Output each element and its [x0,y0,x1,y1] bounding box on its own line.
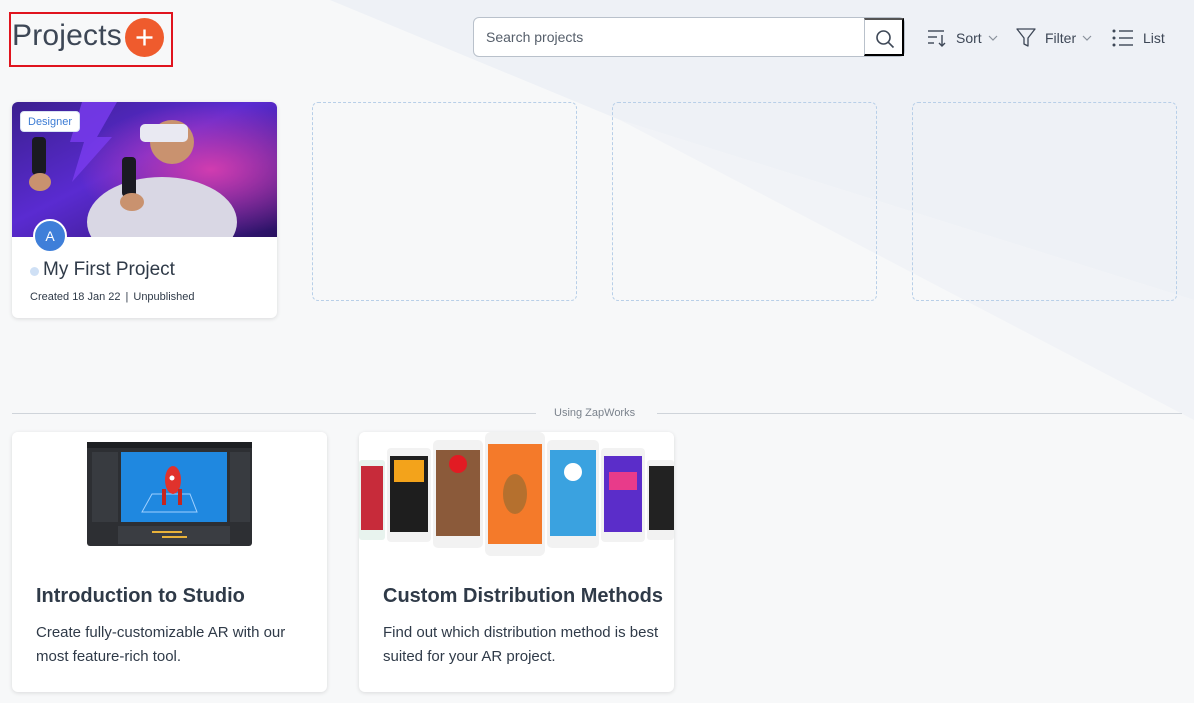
chevron-down-icon [988,35,998,41]
avatar: A [33,219,67,253]
publish-status: Unpublished [133,291,195,303]
divider-line [657,413,1182,414]
divider-line [12,413,536,414]
status-dot-icon [30,267,39,276]
sort-icon [928,30,946,47]
tutorial-description: Create fully-customizable AR with our mo… [36,624,286,665]
empty-project-slot [612,102,877,301]
list-view-button[interactable]: List [1112,25,1165,51]
add-project-button[interactable] [125,18,164,57]
search-box [473,17,905,57]
tutorial-description: Find out which distribution method is be… [383,624,659,665]
project-title: My First Project [43,259,175,280]
empty-project-slot [312,102,577,301]
sort-button[interactable]: Sort [927,25,998,51]
studio-screenshot-image [12,432,327,557]
role-badge: Designer [20,111,81,132]
phones-collage-image [359,432,674,557]
plus-icon [136,29,153,46]
search-button[interactable] [864,18,904,56]
search-input[interactable] [474,18,865,56]
filter-label: Filter [1045,30,1077,46]
filter-icon [1016,28,1036,47]
tutorial-card-distribution[interactable]: Custom Distribution Methods Find out whi… [359,432,674,692]
tutorial-title: Custom Distribution Methods [383,585,663,607]
chevron-down-icon [1082,35,1092,41]
meta-separator: | [125,291,129,303]
created-date: Created 18 Jan 22 [30,291,121,303]
empty-project-slot [912,102,1177,301]
project-card[interactable]: Designer A My First Project Created 18 J… [12,102,277,318]
filter-button[interactable]: Filter [1016,25,1092,51]
section-label: Using ZapWorks [554,407,636,419]
sort-label: Sort [956,30,982,46]
list-icon [1112,29,1133,47]
page-title: Projects [12,19,122,52]
tutorial-card-studio[interactable]: Introduction to Studio Create fully-cust… [12,432,327,692]
tutorial-title: Introduction to Studio [36,585,245,607]
project-meta: Created 18 Jan 22 | Unpublished [30,291,195,303]
search-icon [876,30,895,49]
list-label: List [1143,30,1165,46]
